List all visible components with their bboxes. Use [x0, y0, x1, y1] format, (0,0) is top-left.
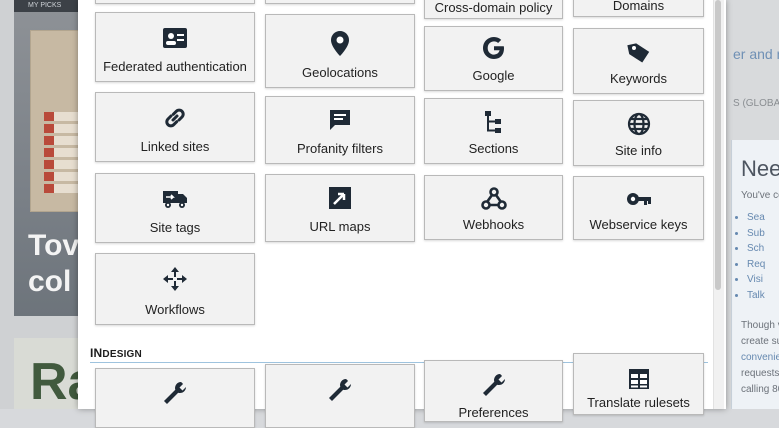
tile-label: Profanity filters	[297, 141, 383, 156]
help-text-line: create su	[741, 336, 779, 347]
help-text-line: Though v	[741, 320, 779, 331]
tile-label: Linked sites	[140, 139, 210, 154]
wrench-icon	[324, 374, 356, 406]
tile-label: Domains	[612, 0, 665, 13]
list-row	[54, 160, 80, 169]
help-link: Sub	[747, 226, 765, 242]
list-marker	[44, 136, 54, 145]
wrench-icon	[159, 377, 191, 409]
list-row	[54, 172, 80, 181]
section-title-indesign: INDESIGN	[90, 346, 142, 360]
list-marker	[44, 124, 54, 133]
google-icon	[478, 32, 510, 64]
my-picks-label: MY PICKS	[14, 0, 80, 12]
webhook-icon	[478, 183, 510, 215]
hero-line-2: col	[28, 265, 72, 298]
tile-label: Site tags	[149, 220, 201, 235]
sitemap-icon	[478, 106, 510, 138]
help-link: Talk	[747, 288, 765, 304]
tile-preferences[interactable]: Preferences	[424, 360, 563, 422]
tile-label: Workflows	[145, 302, 205, 317]
table-grid-icon	[623, 363, 655, 395]
tile-label: URL maps	[309, 219, 371, 234]
tile-workflows[interactable]: Workflows	[95, 253, 255, 325]
list-marker	[44, 112, 54, 121]
tile-label: Preferences	[458, 405, 529, 420]
title-part: DESIGN	[102, 349, 142, 360]
tag-icon	[623, 36, 655, 68]
list-row	[54, 124, 80, 133]
list-row	[54, 112, 80, 121]
tile-keywords[interactable]: Keywords	[573, 28, 704, 94]
header-link: er and ne	[733, 46, 779, 62]
list-row	[54, 184, 80, 193]
help-link: Visi	[747, 272, 765, 288]
tile-label: Site info	[615, 143, 662, 158]
truck-icon	[159, 182, 191, 214]
help-link: Req	[747, 257, 765, 273]
global-label: S (GLOBAL	[733, 98, 779, 109]
list-marker	[44, 160, 54, 169]
wrench-icon	[478, 369, 510, 401]
help-links: Sea Sub Sch Req Visi Talk	[737, 210, 765, 303]
tile-webservice-keys[interactable]: Webservice keys	[573, 176, 704, 240]
tile-label: Sections	[468, 141, 519, 156]
tile-label: Translate rulesets	[587, 395, 690, 410]
tile-webhooks[interactable]: Webhooks	[424, 175, 563, 240]
hero-line-1: Tov	[28, 229, 80, 262]
list-marker	[44, 148, 54, 157]
move-arrows-icon	[159, 263, 191, 295]
help-link: Sch	[747, 241, 765, 257]
tile-cross-domain-policy[interactable]: Cross-domain policy	[424, 0, 563, 19]
map-arrow-icon	[324, 182, 356, 214]
tile-domains[interactable]: Domains	[573, 0, 704, 17]
tile-label: Federated authentication	[103, 59, 247, 74]
lower-card-text: Ra	[30, 353, 80, 409]
tile-indesign-2[interactable]	[265, 364, 415, 428]
tile-federated-authentication[interactable]: Federated authentication	[95, 12, 255, 82]
help-text: Though v create su convenie requests cal…	[741, 318, 779, 398]
tile-url-maps[interactable]: URL maps	[265, 174, 415, 242]
tile-label: Keywords	[609, 71, 668, 86]
help-text-line: requests	[741, 368, 779, 379]
list-row	[54, 148, 80, 157]
tile-indesign-1[interactable]	[95, 368, 255, 428]
tile-label: Webservice keys	[589, 217, 688, 232]
help-intro: You've co	[741, 190, 779, 201]
globe-icon	[623, 108, 655, 140]
id-card-icon	[159, 22, 191, 54]
tile-linked-sites[interactable]: Linked sites	[95, 92, 255, 162]
background-page-left: MY PICKS Tov col Ra	[0, 0, 80, 409]
modal-scroll-thumb[interactable]	[715, 0, 721, 290]
help-text-line: calling 80	[741, 384, 779, 395]
tile-label: Webhooks	[462, 217, 525, 232]
map-pin-icon	[324, 27, 356, 59]
tile-partial-1[interactable]	[95, 0, 255, 4]
chat-bubble-icon	[324, 104, 356, 136]
tile-sections[interactable]: Sections	[424, 98, 563, 164]
tile-translate-rulesets[interactable]: Translate rulesets	[573, 353, 704, 415]
help-link: Sea	[747, 210, 765, 226]
tile-profanity-filters[interactable]: Profanity filters	[265, 96, 415, 164]
tile-label: Geolocations	[302, 65, 378, 80]
list-marker	[44, 184, 54, 193]
tile-geolocations[interactable]: Geolocations	[265, 14, 415, 88]
help-heading: Need	[741, 156, 779, 181]
list-row	[54, 136, 80, 145]
tile-label: Google	[472, 68, 515, 83]
tile-site-tags[interactable]: Site tags	[95, 173, 255, 243]
background-page-right: er and ne S (GLOBAL Need You've co Sea S…	[723, 0, 779, 409]
tile-partial-2[interactable]	[265, 0, 415, 4]
tile-site-info[interactable]: Site info	[573, 100, 704, 166]
link-icon	[159, 102, 191, 134]
list-marker	[44, 172, 54, 181]
tile-label: Cross-domain policy	[434, 0, 553, 15]
help-text-link: convenie	[741, 352, 779, 363]
hero-headline: Tov col	[28, 228, 79, 300]
tile-google[interactable]: Google	[424, 26, 563, 91]
key-icon	[623, 183, 655, 215]
